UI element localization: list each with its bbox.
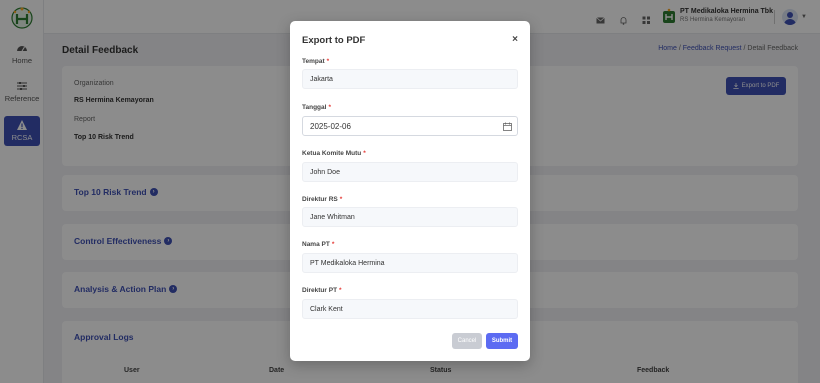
cancel-button[interactable]: Cancel [452,333,482,349]
direktur-pt-input[interactable]: Clark Kent [302,299,518,319]
tanggal-value: 2025-02-06 [310,121,351,131]
field-label-direktur-pt: Direktur PT * [302,287,342,294]
modal-title: Export to PDF [302,35,366,46]
ketua-komite-mutu-input[interactable]: John Doe [302,162,518,182]
field-label-nama-pt: Nama PT * [302,241,335,248]
field-label-direktur-rs: Direktur RS * [302,196,343,203]
field-label-tempat: Tempat * [302,58,330,65]
field-label-tanggal: Tanggal * [302,104,331,111]
field-label-ketua-komite-mutu: Ketua Komite Mutu * [302,150,366,157]
tanggal-date-input[interactable]: 2025-02-06 [302,116,518,136]
close-icon[interactable]: × [512,34,518,45]
calendar-icon[interactable] [503,122,512,131]
direktur-rs-input[interactable]: Jane Whitman [302,207,518,227]
tempat-input[interactable]: Jakarta [302,69,518,89]
submit-button[interactable]: Submit [486,333,518,349]
nama-pt-input[interactable]: PT Medikaloka Hermina [302,253,518,273]
export-pdf-modal: Export to PDF × Tempat * Jakarta Tanggal *… [290,21,530,361]
